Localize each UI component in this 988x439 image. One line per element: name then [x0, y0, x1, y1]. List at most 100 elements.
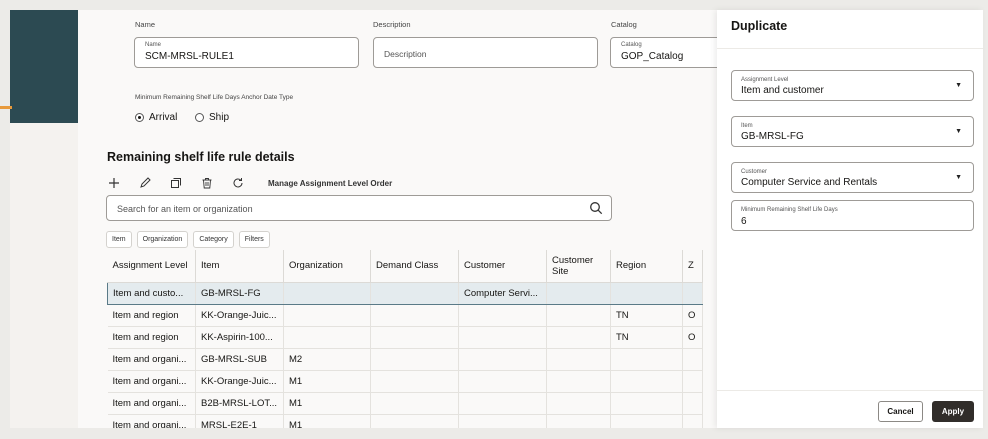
name-field[interactable]: Name SCM-MRSL-RULE1 [134, 37, 359, 68]
table-row[interactable]: Item and region KK-Aspirin-100... TN O [107, 326, 703, 349]
catalog-field-label: Catalog [621, 42, 642, 48]
table-cell [610, 370, 683, 393]
table-toolbar: Manage Assignment Level Order [107, 174, 392, 192]
anchor-date-type-label: Minimum Remaining Shelf Life Days Anchor… [135, 94, 294, 101]
radio-arrival[interactable]: Arrival [135, 112, 177, 123]
table-cell: Computer Servi... [458, 281, 547, 305]
item-value: GB-MRSL-FG [741, 131, 804, 142]
table-cell [682, 370, 703, 393]
description-field[interactable]: Description [373, 37, 598, 68]
table-cell [682, 281, 703, 305]
catalog-field[interactable]: Catalog GOP_Catalog [610, 37, 718, 68]
table-cell [458, 326, 547, 349]
add-icon[interactable] [107, 176, 121, 190]
table-cell: Item and region [107, 304, 196, 327]
filter-chips: Item Organization Category Filters [106, 231, 275, 248]
radio-ship-label: Ship [209, 112, 230, 123]
radio-ship-indicator[interactable] [195, 113, 204, 122]
rules-table: Assignment Level Item Organization Deman… [107, 250, 703, 428]
table-cell: Item and organi... [107, 370, 196, 393]
duplicate-icon[interactable] [169, 176, 183, 190]
table-cell: Item and organi... [107, 414, 196, 428]
chevron-down-icon[interactable]: ▼ [955, 128, 962, 135]
table-cell: M1 [283, 414, 371, 428]
table-row[interactable]: Item and organi... KK-Orange-Juic... M1 [107, 370, 703, 393]
col-item[interactable]: Item [195, 250, 284, 283]
refresh-icon[interactable] [231, 176, 245, 190]
assignment-level-select[interactable]: Assignment Level Item and customer ▼ [731, 70, 974, 101]
chevron-down-icon[interactable]: ▼ [955, 174, 962, 181]
chip-filters[interactable]: Filters [238, 231, 270, 248]
customer-select[interactable]: Customer Computer Service and Rentals ▼ [731, 162, 974, 193]
table-cell: GB-MRSL-SUB [195, 348, 284, 371]
item-select[interactable]: Item GB-MRSL-FG ▼ [731, 116, 974, 147]
table-row[interactable]: Item and organi... GB-MRSL-SUB M2 [107, 348, 703, 371]
rule-page: Name Description Catalog Name SCM-MRSL-R… [78, 10, 718, 428]
apply-button[interactable]: Apply [932, 401, 974, 422]
table-cell [682, 348, 703, 371]
table-row[interactable]: Item and organi... MRSL-E2E-1 M1 [107, 414, 703, 428]
table-cell: TN [610, 304, 683, 327]
table-cell [546, 392, 611, 415]
table-cell [283, 326, 371, 349]
item-label: Item [741, 123, 753, 129]
duplicate-drawer: Duplicate Assignment Level Item and cust… [717, 10, 983, 428]
search-placeholder: Search for an item or organization [117, 204, 253, 214]
table-cell: KK-Orange-Juic... [195, 370, 284, 393]
customer-value: Computer Service and Rentals [741, 177, 878, 188]
side-background [10, 123, 78, 428]
table-cell: M2 [283, 348, 371, 371]
min-shelf-life-days-value: 6 [741, 216, 747, 227]
table-cell [370, 392, 459, 415]
col-organization[interactable]: Organization [283, 250, 371, 283]
col-customer[interactable]: Customer [458, 250, 547, 283]
name-field-label: Name [145, 42, 162, 48]
manage-assignment-level-order-link[interactable]: Manage Assignment Level Order [268, 179, 392, 188]
table-cell [546, 281, 611, 305]
table-cell: Item and organi... [107, 348, 196, 371]
table-cell [610, 414, 683, 428]
table-cell: GB-MRSL-FG [195, 281, 284, 305]
table-cell [458, 370, 547, 393]
col-demand-class[interactable]: Demand Class [370, 250, 459, 283]
table-row[interactable]: Item and custo... GB-MRSL-FG Computer Serv… [107, 281, 703, 305]
cancel-button[interactable]: Cancel [878, 401, 923, 422]
name-column-label: Name [135, 20, 156, 29]
customer-label: Customer [741, 169, 768, 175]
radio-arrival-indicator[interactable] [135, 113, 144, 122]
table-cell [370, 326, 459, 349]
chip-organization[interactable]: Organization [136, 231, 189, 248]
table-cell [610, 281, 683, 305]
table-cell: O [682, 304, 703, 327]
col-zone[interactable]: Z [682, 250, 703, 283]
chip-category[interactable]: Category [193, 231, 234, 248]
radio-ship[interactable]: Ship [195, 112, 229, 123]
search-icon[interactable] [589, 201, 603, 215]
chevron-down-icon[interactable]: ▼ [955, 82, 962, 89]
col-customer-site[interactable]: Customer Site [546, 250, 611, 283]
table-cell: MRSL-E2E-1 [195, 414, 284, 428]
col-region[interactable]: Region [610, 250, 683, 283]
col-assignment-level[interactable]: Assignment Level [107, 250, 196, 283]
catalog-field-value: GOP_Catalog [621, 51, 684, 62]
chip-item[interactable]: Item [106, 231, 132, 248]
table-cell [682, 392, 703, 415]
table-cell: B2B-MRSL-LOT... [195, 392, 284, 415]
assignment-level-label: Assignment Level [741, 77, 789, 83]
delete-icon[interactable] [200, 176, 214, 190]
table-cell [370, 348, 459, 371]
search-input[interactable]: Search for an item or organization [106, 195, 612, 221]
table-row[interactable]: Item and region KK-Orange-Juic... TN O [107, 304, 703, 327]
table-cell: Item and custo... [107, 281, 196, 305]
edit-icon[interactable] [138, 176, 152, 190]
table-row[interactable]: Item and organi... B2B-MRSL-LOT... M1 [107, 392, 703, 415]
drawer-divider [717, 48, 983, 49]
table-cell [546, 304, 611, 327]
footer-divider [717, 390, 983, 391]
table-cell [546, 370, 611, 393]
section-title: Remaining shelf life rule details [107, 150, 295, 164]
table-cell [610, 348, 683, 371]
min-shelf-life-days-field[interactable]: Minimum Remaining Shelf Life Days 6 [731, 200, 974, 231]
table-cell [370, 304, 459, 327]
drawer-title: Duplicate [731, 19, 788, 33]
